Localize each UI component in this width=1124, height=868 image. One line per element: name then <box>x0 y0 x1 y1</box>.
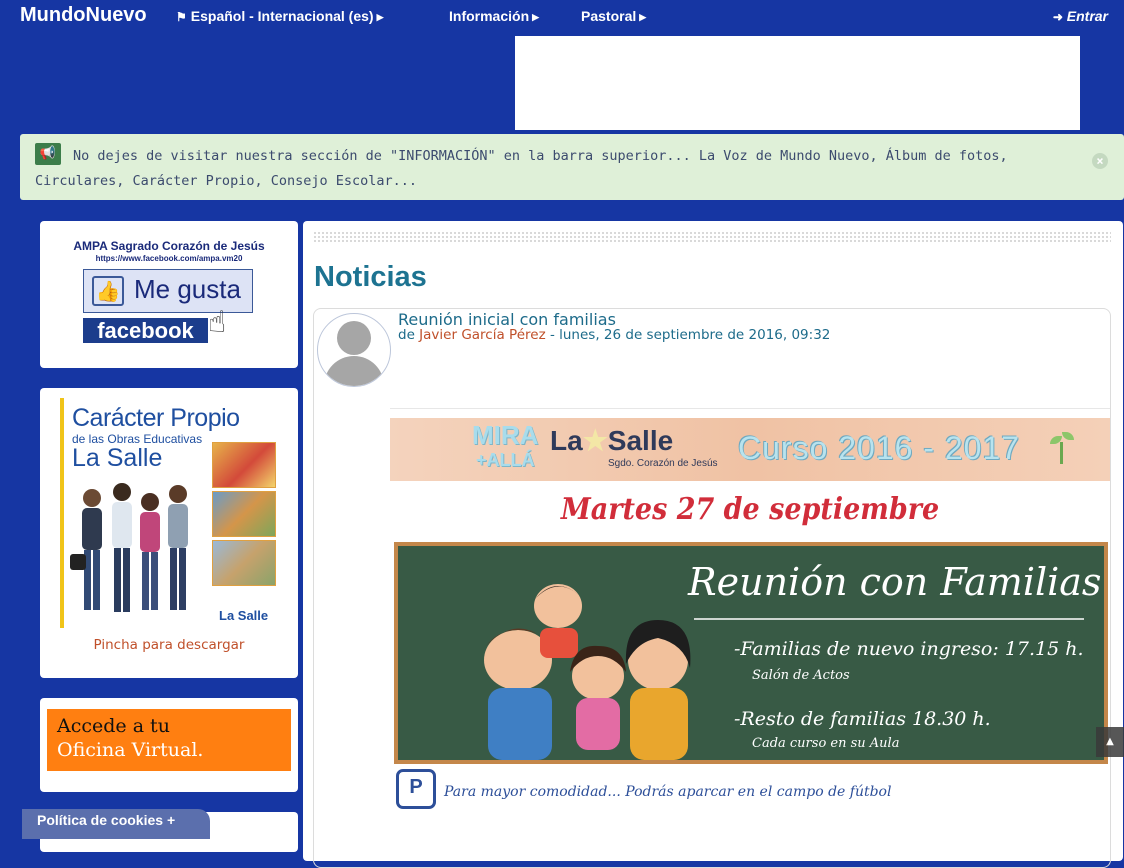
pointer-hand-icon: ☝ <box>208 305 227 340</box>
info-alert: 📢 No dejes de visitar nuestra sección de … <box>20 134 1124 200</box>
sign-in-icon: ➜ <box>1052 10 1063 24</box>
cover-photo <box>212 491 276 537</box>
poster-curso: Curso 2016 - 2017 <box>738 430 1021 466</box>
nav-pastoral-label: Pastoral <box>581 8 637 24</box>
board-title: Reunión con Familias <box>688 560 1102 604</box>
language-menu[interactable]: ⚑ Español - Internacional (es) ▶ <box>176 8 384 24</box>
header-banner-area <box>515 36 1080 130</box>
login-link[interactable]: ➜ Entrar <box>1053 8 1108 24</box>
nav-informacion-label: Información <box>449 8 530 24</box>
cover-photo <box>212 540 276 586</box>
poster-header-banner: MIRA +ALLÁ La★Salle Sgdo. Corazón de Jes… <box>390 418 1110 481</box>
lasalle-subtitle: Sgdo. Corazón de Jesús <box>608 458 718 469</box>
oficina-virtual-block: Accede a tu Oficina Virtual. <box>40 698 298 792</box>
main-content: Noticias Reunión inicial con familias de… <box>303 221 1123 868</box>
news-post: Reunión inicial con familias de Javier G… <box>313 308 1111 868</box>
post-author[interactable]: Javier García Pérez <box>419 327 545 343</box>
nav-informacion[interactable]: Información ▶ <box>449 8 539 24</box>
post-date: - lunes, 26 de septiembre de 2016, 09:32 <box>549 327 831 343</box>
chevron-right-icon: ▶ <box>376 12 384 22</box>
board-item-2: -Resto de familias 18.30 h. <box>734 708 991 730</box>
caracter-propio-block: Carácter Propio de las Obras Educativas … <box>40 388 298 678</box>
like-label: Me gusta <box>134 274 241 304</box>
close-icon[interactable]: × <box>1092 153 1108 169</box>
flag-icon: ⚑ <box>176 10 187 24</box>
oficina-virtual-banner[interactable]: Accede a tu Oficina Virtual. <box>47 709 291 771</box>
chevron-up-icon[interactable]: ▲ <box>1096 727 1124 757</box>
lasalle-logo: La Salle <box>219 608 269 623</box>
board-underline <box>694 618 1084 620</box>
avatar-placeholder-icon[interactable] <box>317 313 391 387</box>
board-item-1-place: Salón de Actos <box>752 668 850 683</box>
nav-pastoral[interactable]: Pastoral ▶ <box>581 8 646 24</box>
parking-note: Para mayor comodidad... Podrás aparcar e… <box>444 784 892 800</box>
download-link[interactable]: Pincha para descargar <box>40 637 298 653</box>
family-illustration <box>484 584 691 760</box>
poster-mas-alla: +ALLÁ <box>476 450 535 470</box>
cover-title: Carácter Propio <box>72 404 240 432</box>
parking-icon: P <box>396 769 436 809</box>
post-by: de <box>398 327 415 343</box>
cookie-policy-tab[interactable]: Política de cookies + <box>22 809 210 839</box>
alert-text: No dejes de visitar nuestra sección de "… <box>35 148 1008 189</box>
language-label: Español - Internacional (es) <box>190 8 374 24</box>
oficina-line2: Oficina Virtual. <box>57 739 204 761</box>
star-icon: ★ <box>582 425 608 456</box>
facebook-logo: facebook <box>83 318 208 343</box>
board-item-2-place: Cada curso en su Aula <box>752 736 900 751</box>
post-meta: de Javier García Pérez - lunes, 26 de se… <box>398 327 830 343</box>
top-navbar: MundoNuevo ⚑ Español - Internacional (es)… <box>0 0 1124 34</box>
post-divider <box>390 408 1110 409</box>
lasalle-logo: La★Salle <box>550 424 673 457</box>
students-illustration <box>70 483 188 612</box>
sprout-icon <box>1050 432 1074 464</box>
chevron-right-icon: ▶ <box>532 12 540 22</box>
poster-mira: MIRA <box>472 420 539 450</box>
caracter-propio-cover[interactable]: Carácter Propio de las Obras Educativas … <box>60 398 280 628</box>
ampa-facebook-block[interactable]: AMPA Sagrado Corazón de Jesús https://ww… <box>40 221 298 368</box>
login-label: Entrar <box>1066 8 1108 24</box>
poster-date: Martes 27 de septiembre <box>560 492 940 527</box>
event-poster: MIRA +ALLÁ La★Salle Sgdo. Corazón de Jes… <box>390 418 1110 809</box>
page-title: Noticias <box>314 261 427 293</box>
thumbs-up-icon: 👍 <box>92 276 124 306</box>
ampa-url: https://www.facebook.com/ampa.vm20 <box>95 254 243 263</box>
cover-brand-title: La Salle <box>72 444 163 472</box>
chevron-right-icon: ▶ <box>639 12 647 22</box>
lasalle-logo-salle: Salle <box>607 425 674 456</box>
bullhorn-icon: 📢 <box>35 143 61 165</box>
cover-photo <box>212 442 276 488</box>
board-item-1: -Familias de nuevo ingreso: 17.15 h. <box>734 638 1084 660</box>
ampa-title: AMPA Sagrado Corazón de Jesús <box>73 239 265 253</box>
site-brand[interactable]: MundoNuevo <box>20 4 147 27</box>
chalkboard: Reunión con Familias -Familias de nuevo … <box>394 542 1108 764</box>
dotted-divider <box>313 231 1111 243</box>
facebook-like-button[interactable]: 👍 Me gusta <box>83 269 253 313</box>
lasalle-logo-la: La <box>550 425 583 456</box>
oficina-line1: Accede a tu <box>57 715 170 737</box>
